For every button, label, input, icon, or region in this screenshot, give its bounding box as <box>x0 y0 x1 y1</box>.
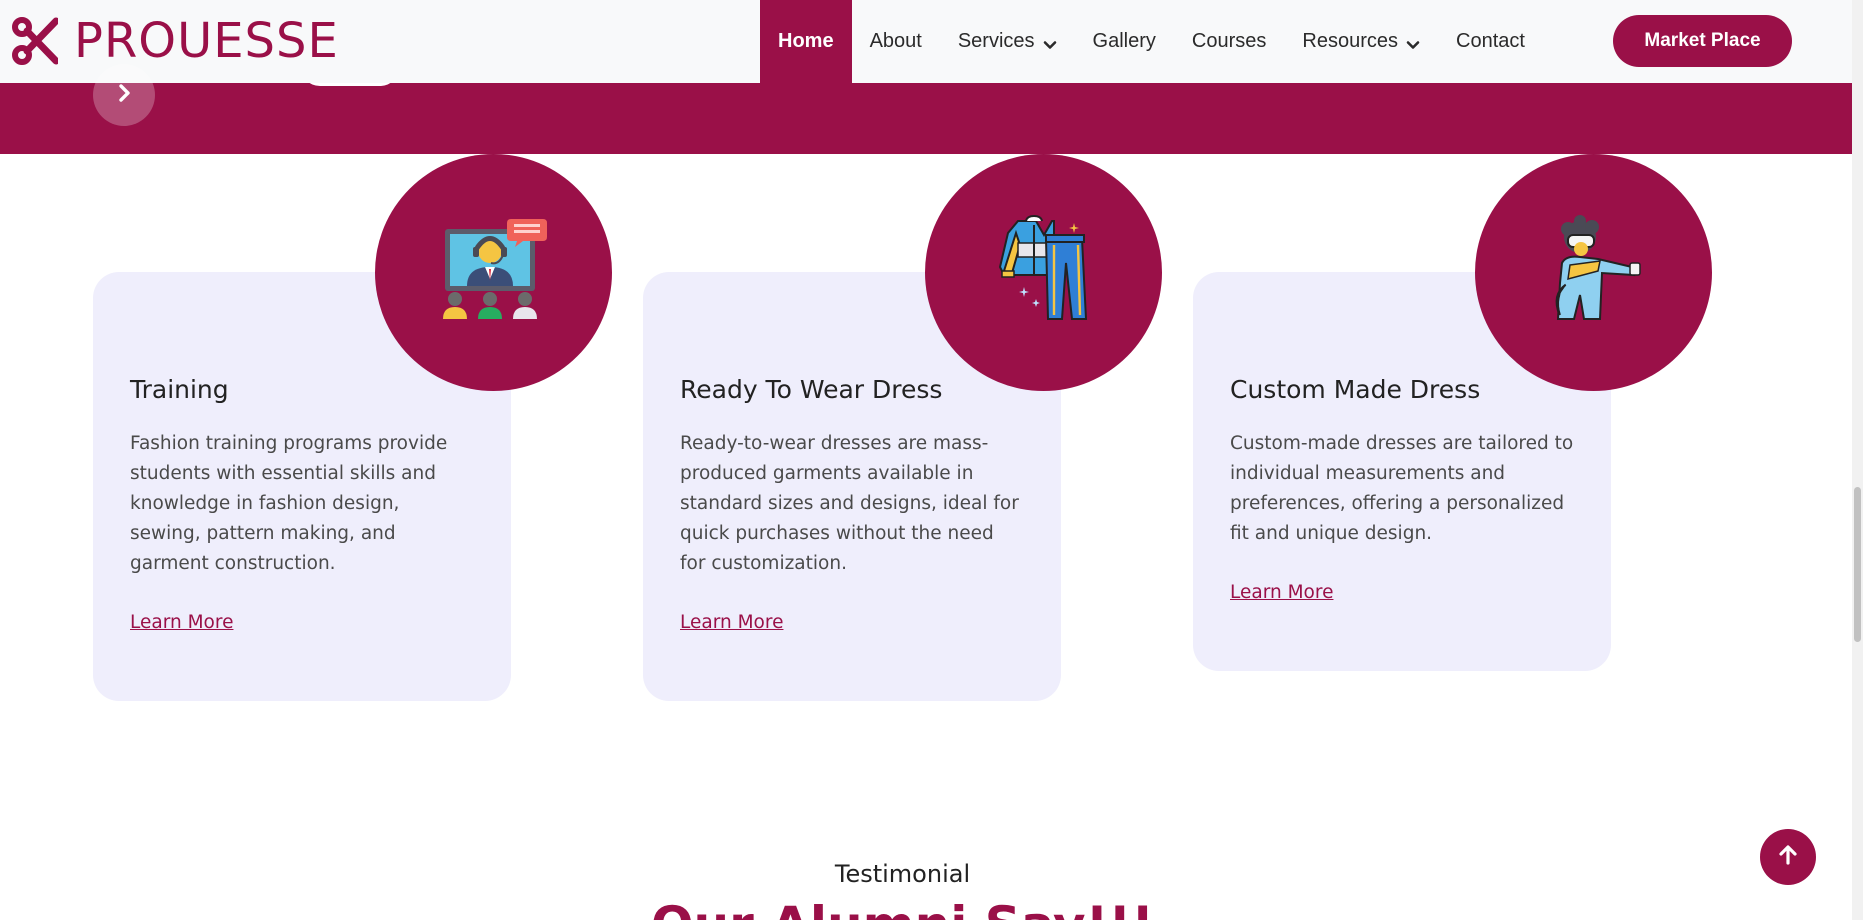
back-to-top-button[interactable] <box>1760 829 1816 885</box>
nav-label: Courses <box>1191 30 1267 52</box>
card-title: Custom Made Dress <box>1230 375 1481 404</box>
jacket-pants-icon <box>996 214 1092 330</box>
nav-label: Gallery <box>1092 30 1156 52</box>
logo[interactable]: PROUESSE <box>12 12 339 70</box>
testimonial-heading: Our Alumni Say!!! <box>0 895 1805 920</box>
card-description: Fashion training programs provide studen… <box>130 433 448 574</box>
scrollbar-thumb[interactable] <box>1854 487 1861 642</box>
testimonial-label: Testimonial <box>834 860 971 888</box>
learn-more-link[interactable]: Learn More <box>1230 582 1333 603</box>
chevron-down-icon <box>1406 35 1420 49</box>
scissors-icon <box>12 12 58 70</box>
nav-label: Contact <box>1456 30 1525 52</box>
nav-label: Resources <box>1302 30 1398 52</box>
service-icon-circle <box>1475 154 1712 391</box>
nav-label: Services <box>957 30 1035 52</box>
tailor-measuring-icon <box>1544 215 1644 330</box>
card-title: Training <box>130 375 229 404</box>
card-title: Ready To Wear Dress <box>680 375 943 404</box>
online-training-icon <box>439 215 549 330</box>
nav-gallery[interactable]: Gallery <box>1075 0 1174 83</box>
brand-name: PROUESSE <box>74 13 339 69</box>
service-icon-circle <box>925 154 1162 391</box>
page: PROUESSE Home About Services Gallery Cou… <box>0 0 1863 920</box>
site-header: PROUESSE Home About Services Gallery Cou… <box>0 0 1852 83</box>
nav-resources[interactable]: Resources <box>1284 0 1438 83</box>
chevron-down-icon <box>1043 35 1057 49</box>
nav-contact[interactable]: Contact <box>1438 0 1543 83</box>
card-description: Ready-to-wear dresses are mass-produced … <box>680 433 1019 574</box>
chevron-right-icon <box>114 83 134 108</box>
page-scrollbar[interactable] <box>1852 0 1863 920</box>
nav-services[interactable]: Services <box>940 0 1075 83</box>
market-place-button[interactable]: Market Place <box>1613 15 1792 67</box>
nav-about[interactable]: About <box>852 0 940 83</box>
nav-label: About <box>869 30 922 52</box>
learn-more-link[interactable]: Learn More <box>130 612 233 633</box>
nav-home[interactable]: Home <box>760 0 852 83</box>
arrow-up-icon <box>1777 844 1799 871</box>
slider-next-button[interactable] <box>93 64 155 126</box>
card-description: Custom-made dresses are tailored to indi… <box>1230 433 1574 544</box>
nav-label: Home <box>778 30 834 52</box>
main-nav: Home About Services Gallery Courses Reso… <box>760 0 1543 83</box>
service-icon-circle <box>375 154 612 391</box>
learn-more-link[interactable]: Learn More <box>680 612 783 633</box>
nav-courses[interactable]: Courses <box>1174 0 1284 83</box>
hero-band <box>0 83 1852 154</box>
